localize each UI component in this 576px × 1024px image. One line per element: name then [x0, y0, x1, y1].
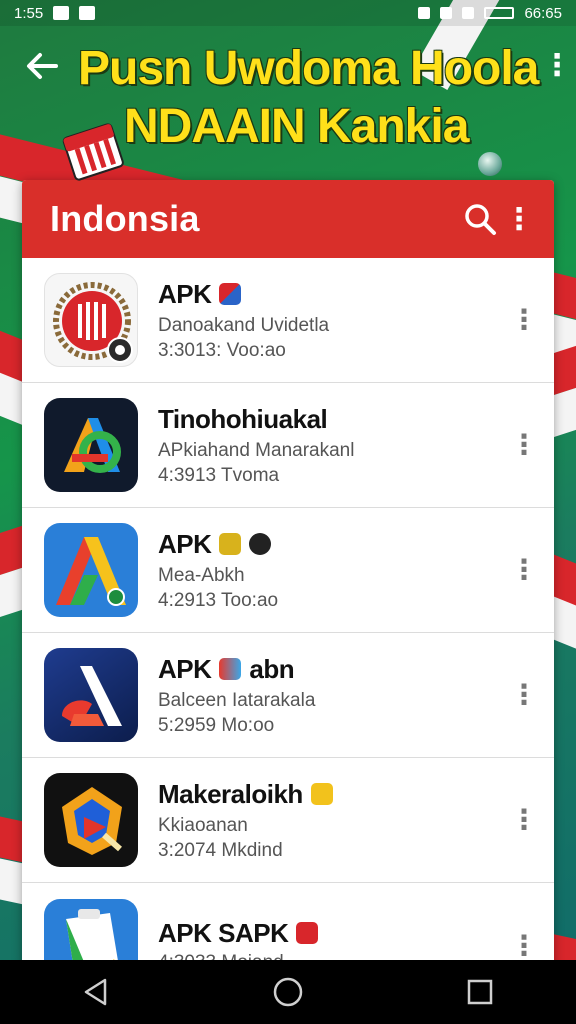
app-title: APK	[158, 653, 212, 684]
notification-icon	[53, 6, 70, 20]
app-subtitle: APkiahand Manarakanl	[158, 439, 355, 461]
app-icon-a-logo	[44, 398, 138, 492]
more-vert-icon[interactable]: ⋮	[542, 48, 572, 84]
app-meta: 3:3013: Voo:ao	[158, 339, 286, 361]
list-item[interactable]: APK Mea-Abkh 4:2913 Too:ao ⋮	[22, 508, 554, 633]
app-list-card: Indonsia ⋮ APK Danoakand Uvidetla 3:3013…	[22, 180, 554, 980]
app-icon-emblem	[44, 273, 138, 367]
nav-recents-icon[interactable]	[450, 962, 510, 1022]
status-bar: 1:55 66:65	[0, 0, 576, 26]
nav-back-icon[interactable]	[66, 962, 126, 1022]
app-icon-lambda	[44, 648, 138, 742]
more-vert-icon[interactable]: ⋮	[510, 552, 538, 588]
poster-headline: Pusn Uwdoma Hoola NDAAIN Kankia	[78, 40, 539, 156]
list-item[interactable]: APK abn Balceen Iatarakala 5:2959 Mo:oo …	[22, 633, 554, 758]
app-meta: 3:2074 Mkdind	[158, 839, 283, 861]
app-title: Makeraloikh	[158, 778, 303, 809]
list-item[interactable]: Tinohohiuakal APkiahand Manarakanl 4:391…	[22, 383, 554, 508]
app-icon-triangle	[44, 523, 138, 617]
app-icon-shield	[44, 773, 138, 867]
palette-icon	[249, 533, 272, 555]
list-item[interactable]: Makeraloikh Kkiaoanan 3:2074 Mkdind ⋮	[22, 758, 554, 883]
more-vert-icon[interactable]: ⋮	[510, 427, 538, 463]
list-item[interactable]: APK Danoakand Uvidetla 3:3013: Voo:ao ⋮	[22, 258, 554, 383]
app-title-suffix: abn	[249, 653, 295, 684]
notification-check-icon	[79, 6, 96, 20]
more-vert-icon[interactable]: ⋮	[510, 302, 538, 338]
app-meta: 4:3913 Tvoma	[158, 464, 280, 486]
wifi-icon	[440, 7, 453, 19]
app-title: Tinohohiuakal	[158, 403, 328, 434]
status-time: 1:55	[14, 4, 44, 22]
nav-home-icon[interactable]	[258, 962, 318, 1022]
signal-icon	[462, 7, 475, 19]
badge-icon	[219, 283, 242, 305]
app-meta: 4:2913 Too:ao	[158, 589, 279, 611]
app-bar: Indonsia ⋮	[22, 180, 554, 258]
more-vert-icon[interactable]: ⋮	[510, 677, 538, 713]
more-vert-icon[interactable]: ⋮	[504, 202, 534, 237]
more-vert-icon[interactable]: ⋮	[510, 802, 538, 838]
crown-icon	[219, 533, 242, 555]
app-meta: 5:2959 Mo:oo	[158, 714, 275, 736]
app-subtitle: Kkiaoanan	[158, 814, 248, 836]
app-subtitle: Danoakand Uvidetla	[158, 314, 330, 336]
app-title: APK	[158, 528, 212, 559]
headline-line-1: Pusn Uwdoma Hoola	[78, 42, 539, 95]
app-title: APK	[158, 278, 212, 309]
app-subtitle: Balceen Iatarakala	[158, 689, 316, 711]
orb-decoration	[478, 152, 502, 176]
headline-line-2: NDAAIN Kankia	[124, 100, 469, 153]
poster-header: Pusn Uwdoma Hoola NDAAIN Kankia ⋮	[0, 26, 576, 181]
app-subtitle: Mea-Abkh	[158, 564, 245, 586]
search-icon[interactable]	[456, 195, 504, 243]
navigation-bar	[0, 960, 576, 1024]
ticket-icon	[296, 922, 319, 944]
thumbs-up-icon	[310, 783, 333, 805]
status-clock-right: 66:65	[524, 4, 562, 22]
app-bar-title: Indonsia	[50, 198, 200, 239]
more-vert-icon[interactable]: ⋮	[510, 928, 538, 964]
arrow-left-icon[interactable]	[22, 46, 62, 86]
app-title: APK SAPK	[158, 917, 289, 948]
flower-icon	[219, 658, 242, 680]
bluetooth-icon	[418, 7, 431, 19]
app-list: APK Danoakand Uvidetla 3:3013: Voo:ao ⋮ …	[22, 258, 554, 980]
battery-icon	[484, 7, 515, 19]
